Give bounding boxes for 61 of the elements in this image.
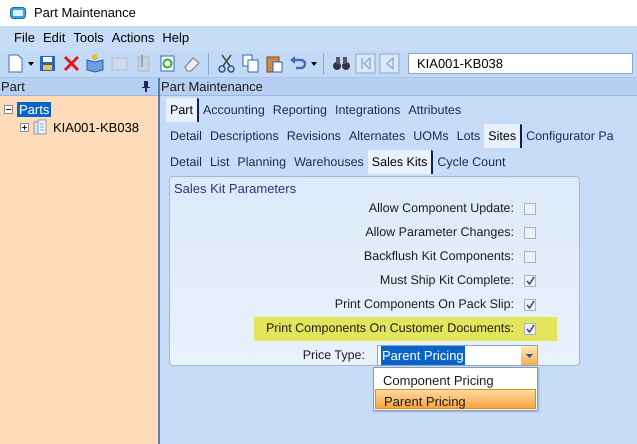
- checkbox[interactable]: [524, 322, 536, 334]
- first-record-icon: [354, 53, 376, 74]
- tree-item[interactable]: Parts: [17, 102, 52, 116]
- document-icon: [33, 119, 47, 135]
- copy-icon: [240, 53, 260, 74]
- tab[interactable]: Part: [166, 98, 199, 122]
- pane-title: Part: [1, 78, 25, 96]
- tab[interactable]: Attributes: [404, 98, 466, 122]
- book-icon: [84, 53, 106, 74]
- checkbox[interactable]: [524, 226, 536, 238]
- tab[interactable]: Sites: [484, 124, 522, 148]
- tree-item[interactable]: KIA001-KB038: [51, 120, 142, 134]
- tab[interactable]: Cycle Count: [433, 150, 510, 174]
- tab[interactable]: Detail: [166, 124, 206, 148]
- checkbox-label: Must Ship Kit Complete:: [380, 272, 514, 290]
- tab[interactable]: UOMs: [409, 124, 453, 148]
- pin-icon[interactable]: [142, 81, 150, 92]
- window-title: Part Maintenance: [34, 4, 136, 22]
- menu-item[interactable]: Help: [158, 26, 194, 50]
- dropdown-option[interactable]: Parent Pricing: [375, 389, 536, 409]
- caret-icon[interactable]: [311, 62, 317, 66]
- previous-record-icon: [378, 53, 400, 74]
- menu-item[interactable]: Tools: [69, 26, 108, 50]
- field-label: Price Type:: [302, 347, 365, 364]
- app-icon: [10, 7, 26, 19]
- checkbox-label: Print Components On Customer Documents:: [266, 320, 514, 338]
- menu-item[interactable]: Actions: [108, 26, 158, 50]
- tab[interactable]: Planning: [233, 150, 290, 174]
- tab[interactable]: Integrations: [331, 98, 404, 122]
- checkbox[interactable]: [524, 298, 536, 310]
- group-title: Sales Kit Parameters: [173, 180, 298, 198]
- tab[interactable]: Configurator Pa: [522, 124, 618, 148]
- tab[interactable]: Revisions: [282, 124, 345, 148]
- tab[interactable]: Alternates: [344, 124, 410, 148]
- record-field[interactable]: KIA001-KB038: [408, 53, 633, 74]
- checkbox[interactable]: [524, 274, 536, 286]
- tab[interactable]: Detail: [166, 150, 206, 174]
- caret-icon[interactable]: [28, 62, 34, 66]
- dropdown-button[interactable]: [521, 346, 537, 365]
- checkbox-label: Print Components On Pack Slip:: [334, 296, 514, 314]
- tab[interactable]: Lots: [452, 124, 484, 148]
- tab[interactable]: Reporting: [268, 98, 331, 122]
- pane-title: Part Maintenance: [161, 78, 263, 96]
- selected-text: Parent Pricing: [381, 346, 465, 366]
- collapse-icon[interactable]: [4, 104, 13, 114]
- checkbox-label: Backflush Kit Components:: [364, 248, 514, 266]
- tab[interactable]: Descriptions: [206, 124, 283, 148]
- tab[interactable]: Warehouses: [290, 150, 368, 174]
- cut-icon: [216, 53, 236, 74]
- tab[interactable]: Accounting: [198, 98, 269, 122]
- menu-item[interactable]: File: [10, 26, 39, 50]
- caret-icon: [526, 354, 532, 358]
- tab[interactable]: Sales Kits: [368, 150, 434, 174]
- menu-item[interactable]: Edit: [38, 26, 70, 50]
- checkbox[interactable]: [524, 202, 536, 214]
- tab[interactable]: List: [206, 150, 234, 174]
- checkbox[interactable]: [524, 250, 536, 262]
- toolbar-button[interactable]: [84, 52, 106, 74]
- checkbox-label: Allow Parameter Changes:: [365, 224, 514, 242]
- expand-icon[interactable]: [20, 122, 29, 132]
- checkbox-label: Allow Component Update:: [368, 200, 514, 218]
